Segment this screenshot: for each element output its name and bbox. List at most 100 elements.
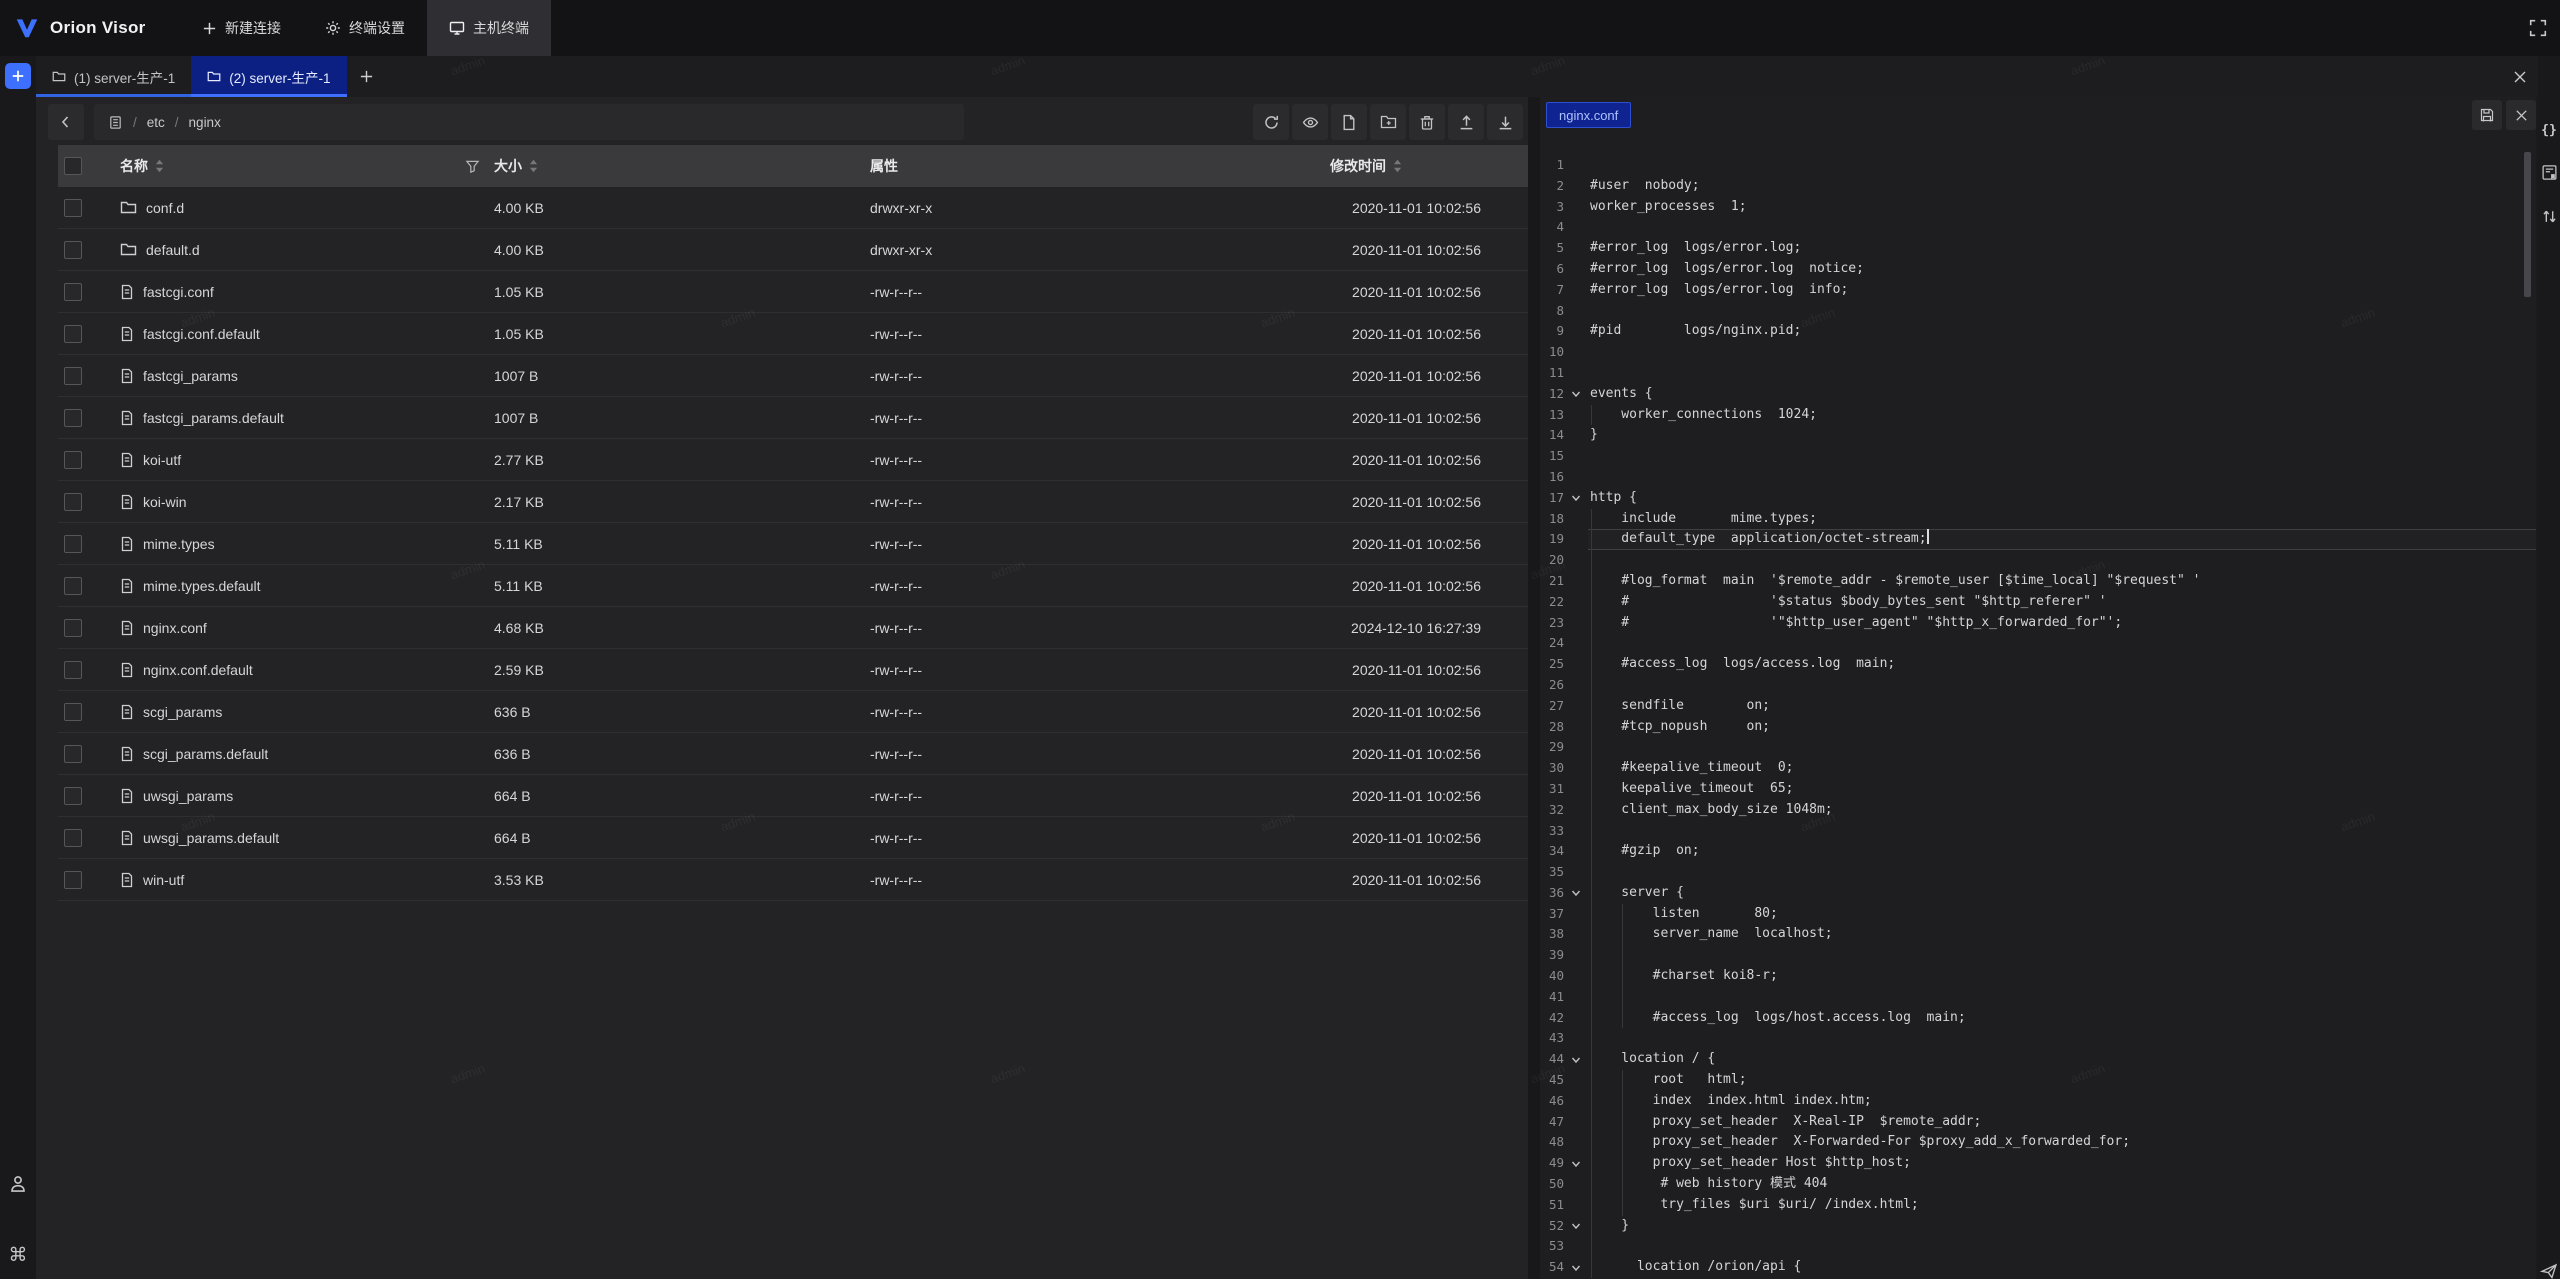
code-line[interactable]: 20 xyxy=(1540,550,2536,571)
row-checkbox[interactable] xyxy=(64,409,82,427)
chevron-down-icon[interactable] xyxy=(1564,1216,1588,1237)
row-checkbox[interactable] xyxy=(64,829,82,847)
row-checkbox[interactable] xyxy=(64,577,82,595)
code-line[interactable]: 34 #gzip on; xyxy=(1540,841,2536,862)
table-row[interactable]: uwsgi_params664 B-rw-r--r--2020-11-01 10… xyxy=(58,775,1556,817)
code-line[interactable]: 1 xyxy=(1540,155,2536,176)
code-line[interactable]: 10 xyxy=(1540,342,2536,363)
code-line[interactable]: 24 xyxy=(1540,633,2536,654)
code-line[interactable]: 52 } xyxy=(1540,1216,2536,1237)
sort-carets-icon[interactable] xyxy=(155,159,164,173)
table-row[interactable]: mime.types.default5.11 KB-rw-r--r--2020-… xyxy=(58,565,1556,607)
code-line[interactable]: 21 #log_format main '$remote_addr - $rem… xyxy=(1540,571,2536,592)
code-line[interactable]: 26 xyxy=(1540,675,2536,696)
code-line[interactable]: 15 xyxy=(1540,446,2536,467)
table-row[interactable]: fastcgi_params.default1007 B-rw-r--r--20… xyxy=(58,397,1556,439)
menu-item-terminal-settings[interactable]: 终端设置 xyxy=(303,0,427,56)
table-row[interactable]: default.d4.00 KBdrwxr-xr-x2020-11-01 10:… xyxy=(58,229,1556,271)
file-name[interactable]: uwsgi_params xyxy=(143,788,233,804)
code-line[interactable]: 19 default_type application/octet-stream… xyxy=(1540,529,2536,550)
table-row[interactable]: uwsgi_params.default664 B-rw-r--r--2020-… xyxy=(58,817,1556,859)
close-icon[interactable] xyxy=(2512,56,2528,97)
code-line[interactable]: 12events { xyxy=(1540,384,2536,405)
file-name[interactable]: win-utf xyxy=(143,872,184,888)
upload-icon[interactable] xyxy=(1448,104,1484,140)
code-line[interactable]: 14} xyxy=(1540,425,2536,446)
row-checkbox[interactable] xyxy=(64,871,82,889)
code-line[interactable]: 49 proxy_set_header Host $http_host; xyxy=(1540,1153,2536,1174)
file-name[interactable]: koi-win xyxy=(143,494,187,510)
new-tab-button[interactable] xyxy=(347,56,387,97)
breadcrumb-segment-nginx[interactable]: nginx xyxy=(189,115,221,130)
tab-server-2[interactable]: (2) server-生产-1 xyxy=(191,56,346,97)
breadcrumb-segment-etc[interactable]: etc xyxy=(147,115,165,130)
code-line[interactable]: 27 sendfile on; xyxy=(1540,696,2536,717)
row-checkbox[interactable] xyxy=(64,199,82,217)
row-checkbox[interactable] xyxy=(64,787,82,805)
code-line[interactable]: 3worker_processes 1; xyxy=(1540,197,2536,218)
row-checkbox[interactable] xyxy=(64,493,82,511)
file-name[interactable]: koi-utf xyxy=(143,452,181,468)
row-checkbox[interactable] xyxy=(64,241,82,259)
chevron-down-icon[interactable] xyxy=(1564,384,1588,405)
open-file-tag[interactable]: nginx.conf xyxy=(1546,102,1631,128)
code-line[interactable]: 13 worker_connections 1024; xyxy=(1540,405,2536,426)
table-row[interactable]: win-utf3.53 KB-rw-r--r--2020-11-01 10:02… xyxy=(58,859,1556,901)
code-line[interactable]: 22 # '$status $body_bytes_sent "$http_re… xyxy=(1540,592,2536,613)
table-row[interactable]: mime.types5.11 KB-rw-r--r--2020-11-01 10… xyxy=(58,523,1556,565)
code-line[interactable]: 35 xyxy=(1540,862,2536,883)
row-checkbox[interactable] xyxy=(64,283,82,301)
code-line[interactable]: 4 xyxy=(1540,217,2536,238)
row-checkbox[interactable] xyxy=(64,325,82,343)
new-folder-icon[interactable] xyxy=(1370,104,1406,140)
code-line[interactable]: 6#error_log logs/error.log notice; xyxy=(1540,259,2536,280)
path-breadcrumb[interactable]: / etc / nginx xyxy=(94,104,964,140)
code-line[interactable]: 53 xyxy=(1540,1236,2536,1257)
save-icon[interactable] xyxy=(2472,100,2502,130)
code-line[interactable]: 44 location / { xyxy=(1540,1049,2536,1070)
tab-server-1[interactable]: (1) server-生产-1 xyxy=(36,56,191,97)
back-button[interactable] xyxy=(48,104,84,140)
code-line[interactable]: 18 include mime.types; xyxy=(1540,509,2536,530)
code-line[interactable]: 2#user nobody; xyxy=(1540,176,2536,197)
file-name[interactable]: fastcgi_params xyxy=(143,368,238,384)
bookmark-file-icon[interactable] xyxy=(2538,164,2560,181)
code-line[interactable]: 36 server { xyxy=(1540,883,2536,904)
sort-carets-icon[interactable] xyxy=(1393,159,1402,173)
code-line[interactable]: 28 #tcp_nopush on; xyxy=(1540,717,2536,738)
column-mtime[interactable]: 修改时间 xyxy=(1330,156,1386,176)
code-line[interactable]: 32 client_max_body_size 1048m; xyxy=(1540,800,2536,821)
select-all-checkbox[interactable] xyxy=(64,157,82,175)
code-line[interactable]: 42 #access_log logs/host.access.log main… xyxy=(1540,1008,2536,1029)
table-row[interactable]: conf.d4.00 KBdrwxr-xr-x2020-11-01 10:02:… xyxy=(58,187,1556,229)
sort-carets-icon[interactable] xyxy=(529,159,538,173)
chevron-down-icon[interactable] xyxy=(1564,488,1588,509)
fullscreen-icon[interactable] xyxy=(2522,12,2554,44)
table-row[interactable]: nginx.conf.default2.59 KB-rw-r--r--2020-… xyxy=(58,649,1556,691)
sort-arrows-icon[interactable] xyxy=(2538,208,2560,225)
file-name[interactable]: default.d xyxy=(146,242,200,258)
table-row[interactable]: koi-utf2.77 KB-rw-r--r--2020-11-01 10:02… xyxy=(58,439,1556,481)
row-checkbox[interactable] xyxy=(64,661,82,679)
chevron-down-icon[interactable] xyxy=(1564,1153,1588,1174)
code-line[interactable]: 39 xyxy=(1540,945,2536,966)
eye-icon[interactable] xyxy=(1292,104,1328,140)
code-line[interactable]: 51 try_files $uri $uri/ /index.html; xyxy=(1540,1195,2536,1216)
code-line[interactable]: 50 # web history 模式 404 xyxy=(1540,1174,2536,1195)
new-file-icon[interactable] xyxy=(1331,104,1367,140)
file-name[interactable]: mime.types xyxy=(143,536,215,552)
code-line[interactable]: 25 #access_log logs/access.log main; xyxy=(1540,654,2536,675)
row-checkbox[interactable] xyxy=(64,703,82,721)
row-checkbox[interactable] xyxy=(64,619,82,637)
code-line[interactable]: 17http { xyxy=(1540,488,2536,509)
user-icon[interactable] xyxy=(0,1174,36,1194)
code-line[interactable]: 31 keepalive_timeout 65; xyxy=(1540,779,2536,800)
code-line[interactable]: 7#error_log logs/error.log info; xyxy=(1540,280,2536,301)
refresh-icon[interactable] xyxy=(1253,104,1289,140)
code-line[interactable]: 41 xyxy=(1540,987,2536,1008)
file-name[interactable]: fastcgi.conf.default xyxy=(143,326,260,342)
file-name[interactable]: scgi_params xyxy=(143,704,222,720)
editor-scrollbar[interactable] xyxy=(2524,152,2531,297)
code-line[interactable]: 37 listen 80; xyxy=(1540,904,2536,925)
send-icon[interactable] xyxy=(2538,1262,2560,1279)
